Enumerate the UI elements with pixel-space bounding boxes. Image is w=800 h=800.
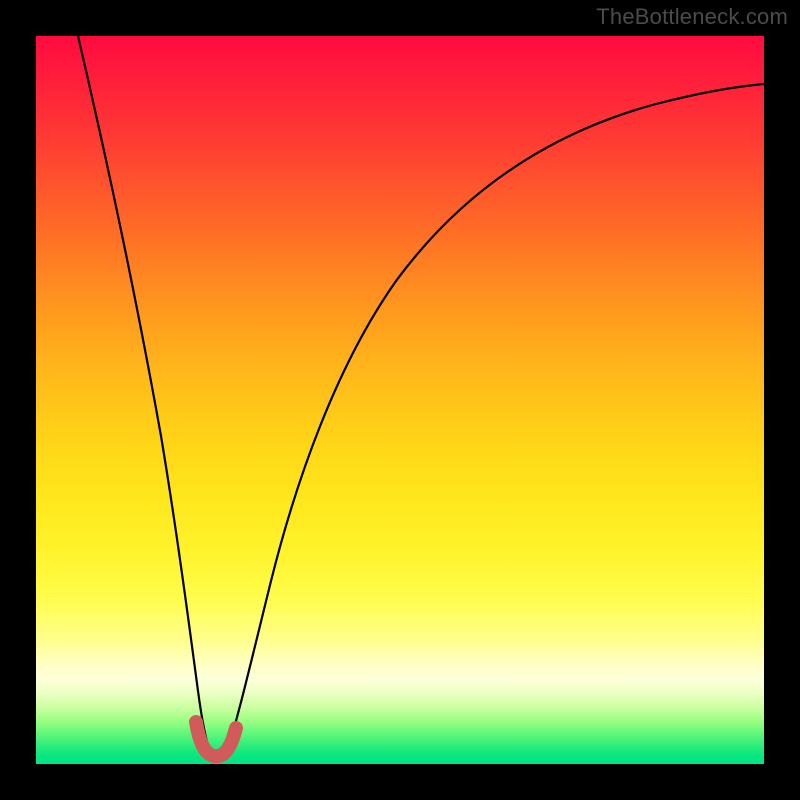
watermark-text: TheBottleneck.com [596,4,788,30]
curve-layer [36,36,764,764]
curve-right-branch [226,84,764,754]
optimal-range-marker [196,722,236,756]
curve-left-branch [78,36,211,754]
chart-frame: TheBottleneck.com [0,0,800,800]
plot-area [36,36,764,764]
